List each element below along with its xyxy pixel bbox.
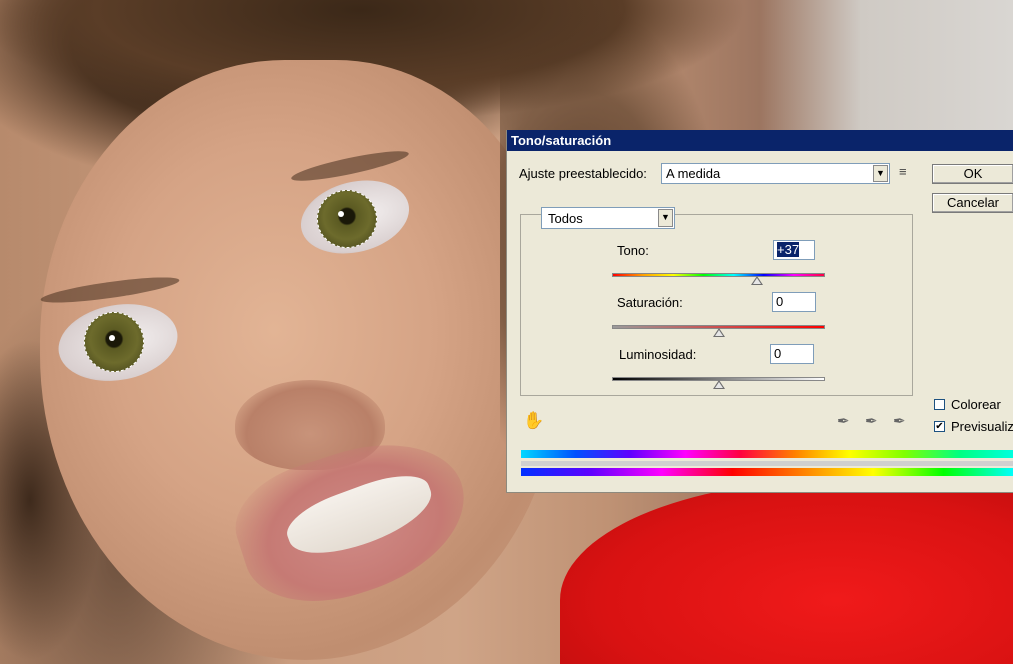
hue-value: +37 — [777, 242, 800, 257]
eye-glint — [338, 211, 344, 217]
preset-options-icon[interactable]: ≡ — [899, 164, 907, 179]
left-iris-selection — [84, 312, 144, 372]
hue-saturation-dialog: Tono/saturación Ajuste preestablecido: A… — [506, 130, 1013, 493]
chevron-down-icon[interactable]: ▼ — [873, 165, 888, 182]
preset-value: A medida — [666, 166, 721, 181]
dialog-title: Tono/saturación — [507, 130, 1013, 151]
saturation-slider-thumb[interactable] — [712, 328, 725, 337]
targeted-adjustment-hand-icon[interactable]: ✋ — [523, 411, 544, 431]
saturation-value: 0 — [776, 294, 784, 309]
eyedropper-icon[interactable]: ✒ — [837, 412, 850, 430]
lightness-value: 0 — [774, 346, 782, 361]
lightness-label: Luminosidad: — [619, 347, 697, 362]
colorize-checkbox[interactable] — [934, 399, 945, 410]
right-iris-selection — [317, 190, 377, 248]
saturation-label: Saturación: — [617, 295, 683, 310]
lightness-slider-thumb[interactable] — [712, 380, 725, 389]
channel-value: Todos — [548, 211, 583, 226]
eye-glint — [109, 335, 115, 341]
preview-label: Previsualiza — [951, 419, 1013, 434]
hue-label: Tono: — [617, 243, 649, 258]
preset-select[interactable]: A medida ▼ — [661, 163, 890, 184]
preview-checkbox[interactable]: ✔ — [934, 421, 945, 432]
hue-slider-thumb[interactable] — [750, 276, 763, 285]
range-bar — [521, 461, 1013, 466]
colorize-label: Colorear — [951, 397, 1001, 412]
eyedropper-minus-icon[interactable]: ✒ — [893, 412, 906, 430]
saturation-input[interactable]: 0 — [772, 292, 816, 312]
channel-select[interactable]: Todos ▼ — [541, 207, 675, 229]
cancel-button[interactable]: Cancelar — [932, 193, 1013, 213]
input-color-bar — [521, 468, 1013, 476]
preset-label: Ajuste preestablecido: — [519, 166, 647, 181]
hue-input[interactable]: +37 — [773, 240, 815, 260]
eyedropper-plus-icon[interactable]: ✒ — [865, 412, 878, 430]
lightness-input[interactable]: 0 — [770, 344, 814, 364]
adjustment-group — [520, 214, 913, 396]
hue-slider-track[interactable] — [612, 273, 825, 277]
chevron-down-icon[interactable]: ▼ — [658, 209, 673, 227]
ok-button[interactable]: OK — [932, 164, 1013, 184]
output-color-bar — [521, 450, 1013, 458]
